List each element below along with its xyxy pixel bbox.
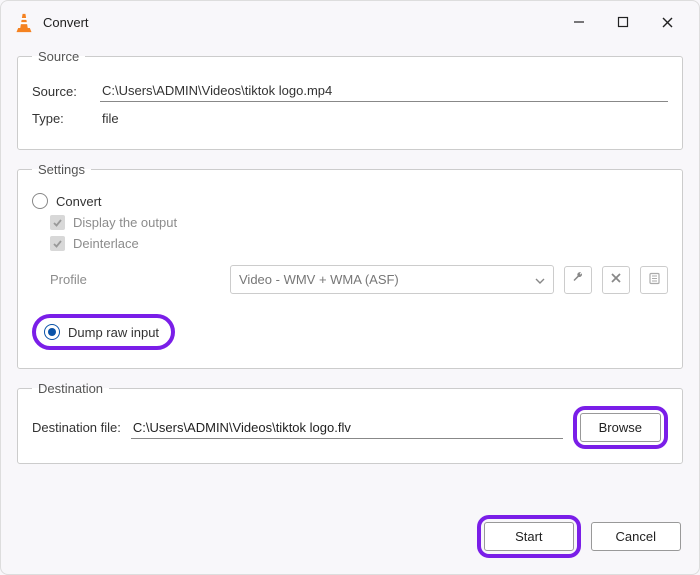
checkbox-icon	[50, 215, 65, 230]
minimize-button[interactable]	[557, 7, 601, 37]
dump-raw-radio-row[interactable]: Dump raw input	[32, 314, 175, 350]
profile-label: Profile	[50, 272, 100, 287]
convert-dialog: Convert Source Source: Type: file Settin…	[0, 0, 700, 575]
source-group: Source Source: Type: file	[17, 49, 683, 150]
maximize-button[interactable]	[601, 7, 645, 37]
profile-combobox[interactable]: Video - WMV + WMA (ASF)	[230, 265, 554, 294]
deinterlace-checkbox-row[interactable]: Deinterlace	[50, 236, 668, 251]
radio-icon	[44, 324, 60, 340]
profile-value: Video - WMV + WMA (ASF)	[239, 272, 399, 287]
checkbox-icon	[50, 236, 65, 251]
convert-radio-row[interactable]: Convert	[32, 193, 668, 209]
deinterlace-label: Deinterlace	[73, 236, 139, 251]
display-output-label: Display the output	[73, 215, 177, 230]
new-profile-button[interactable]	[640, 266, 668, 294]
dump-raw-label: Dump raw input	[68, 325, 159, 340]
source-label: Source:	[32, 84, 90, 99]
radio-icon	[32, 193, 48, 209]
type-value: file	[100, 108, 121, 129]
start-button[interactable]: Start	[484, 522, 573, 551]
close-icon	[610, 272, 622, 287]
display-output-checkbox-row[interactable]: Display the output	[50, 215, 668, 230]
document-icon	[648, 272, 661, 288]
chevron-down-icon	[535, 272, 545, 287]
edit-profile-button[interactable]	[564, 266, 592, 294]
convert-radio-label: Convert	[56, 194, 102, 209]
destination-legend: Destination	[32, 381, 109, 396]
settings-group: Settings Convert Display the output Dein…	[17, 162, 683, 369]
destination-file-label: Destination file:	[32, 420, 121, 435]
dialog-footer: Start Cancel	[1, 505, 699, 574]
source-input[interactable]	[100, 80, 668, 102]
destination-file-input[interactable]	[131, 417, 563, 439]
delete-profile-button[interactable]	[602, 266, 630, 294]
settings-legend: Settings	[32, 162, 91, 177]
cancel-button[interactable]: Cancel	[591, 522, 681, 551]
type-label: Type:	[32, 111, 90, 126]
destination-group: Destination Destination file: Browse	[17, 381, 683, 464]
browse-button[interactable]: Browse	[580, 413, 661, 442]
titlebar: Convert	[1, 1, 699, 41]
close-button[interactable]	[645, 7, 689, 37]
window-title: Convert	[43, 15, 89, 30]
source-legend: Source	[32, 49, 85, 64]
vlc-cone-icon	[15, 13, 33, 31]
wrench-icon	[571, 271, 585, 288]
